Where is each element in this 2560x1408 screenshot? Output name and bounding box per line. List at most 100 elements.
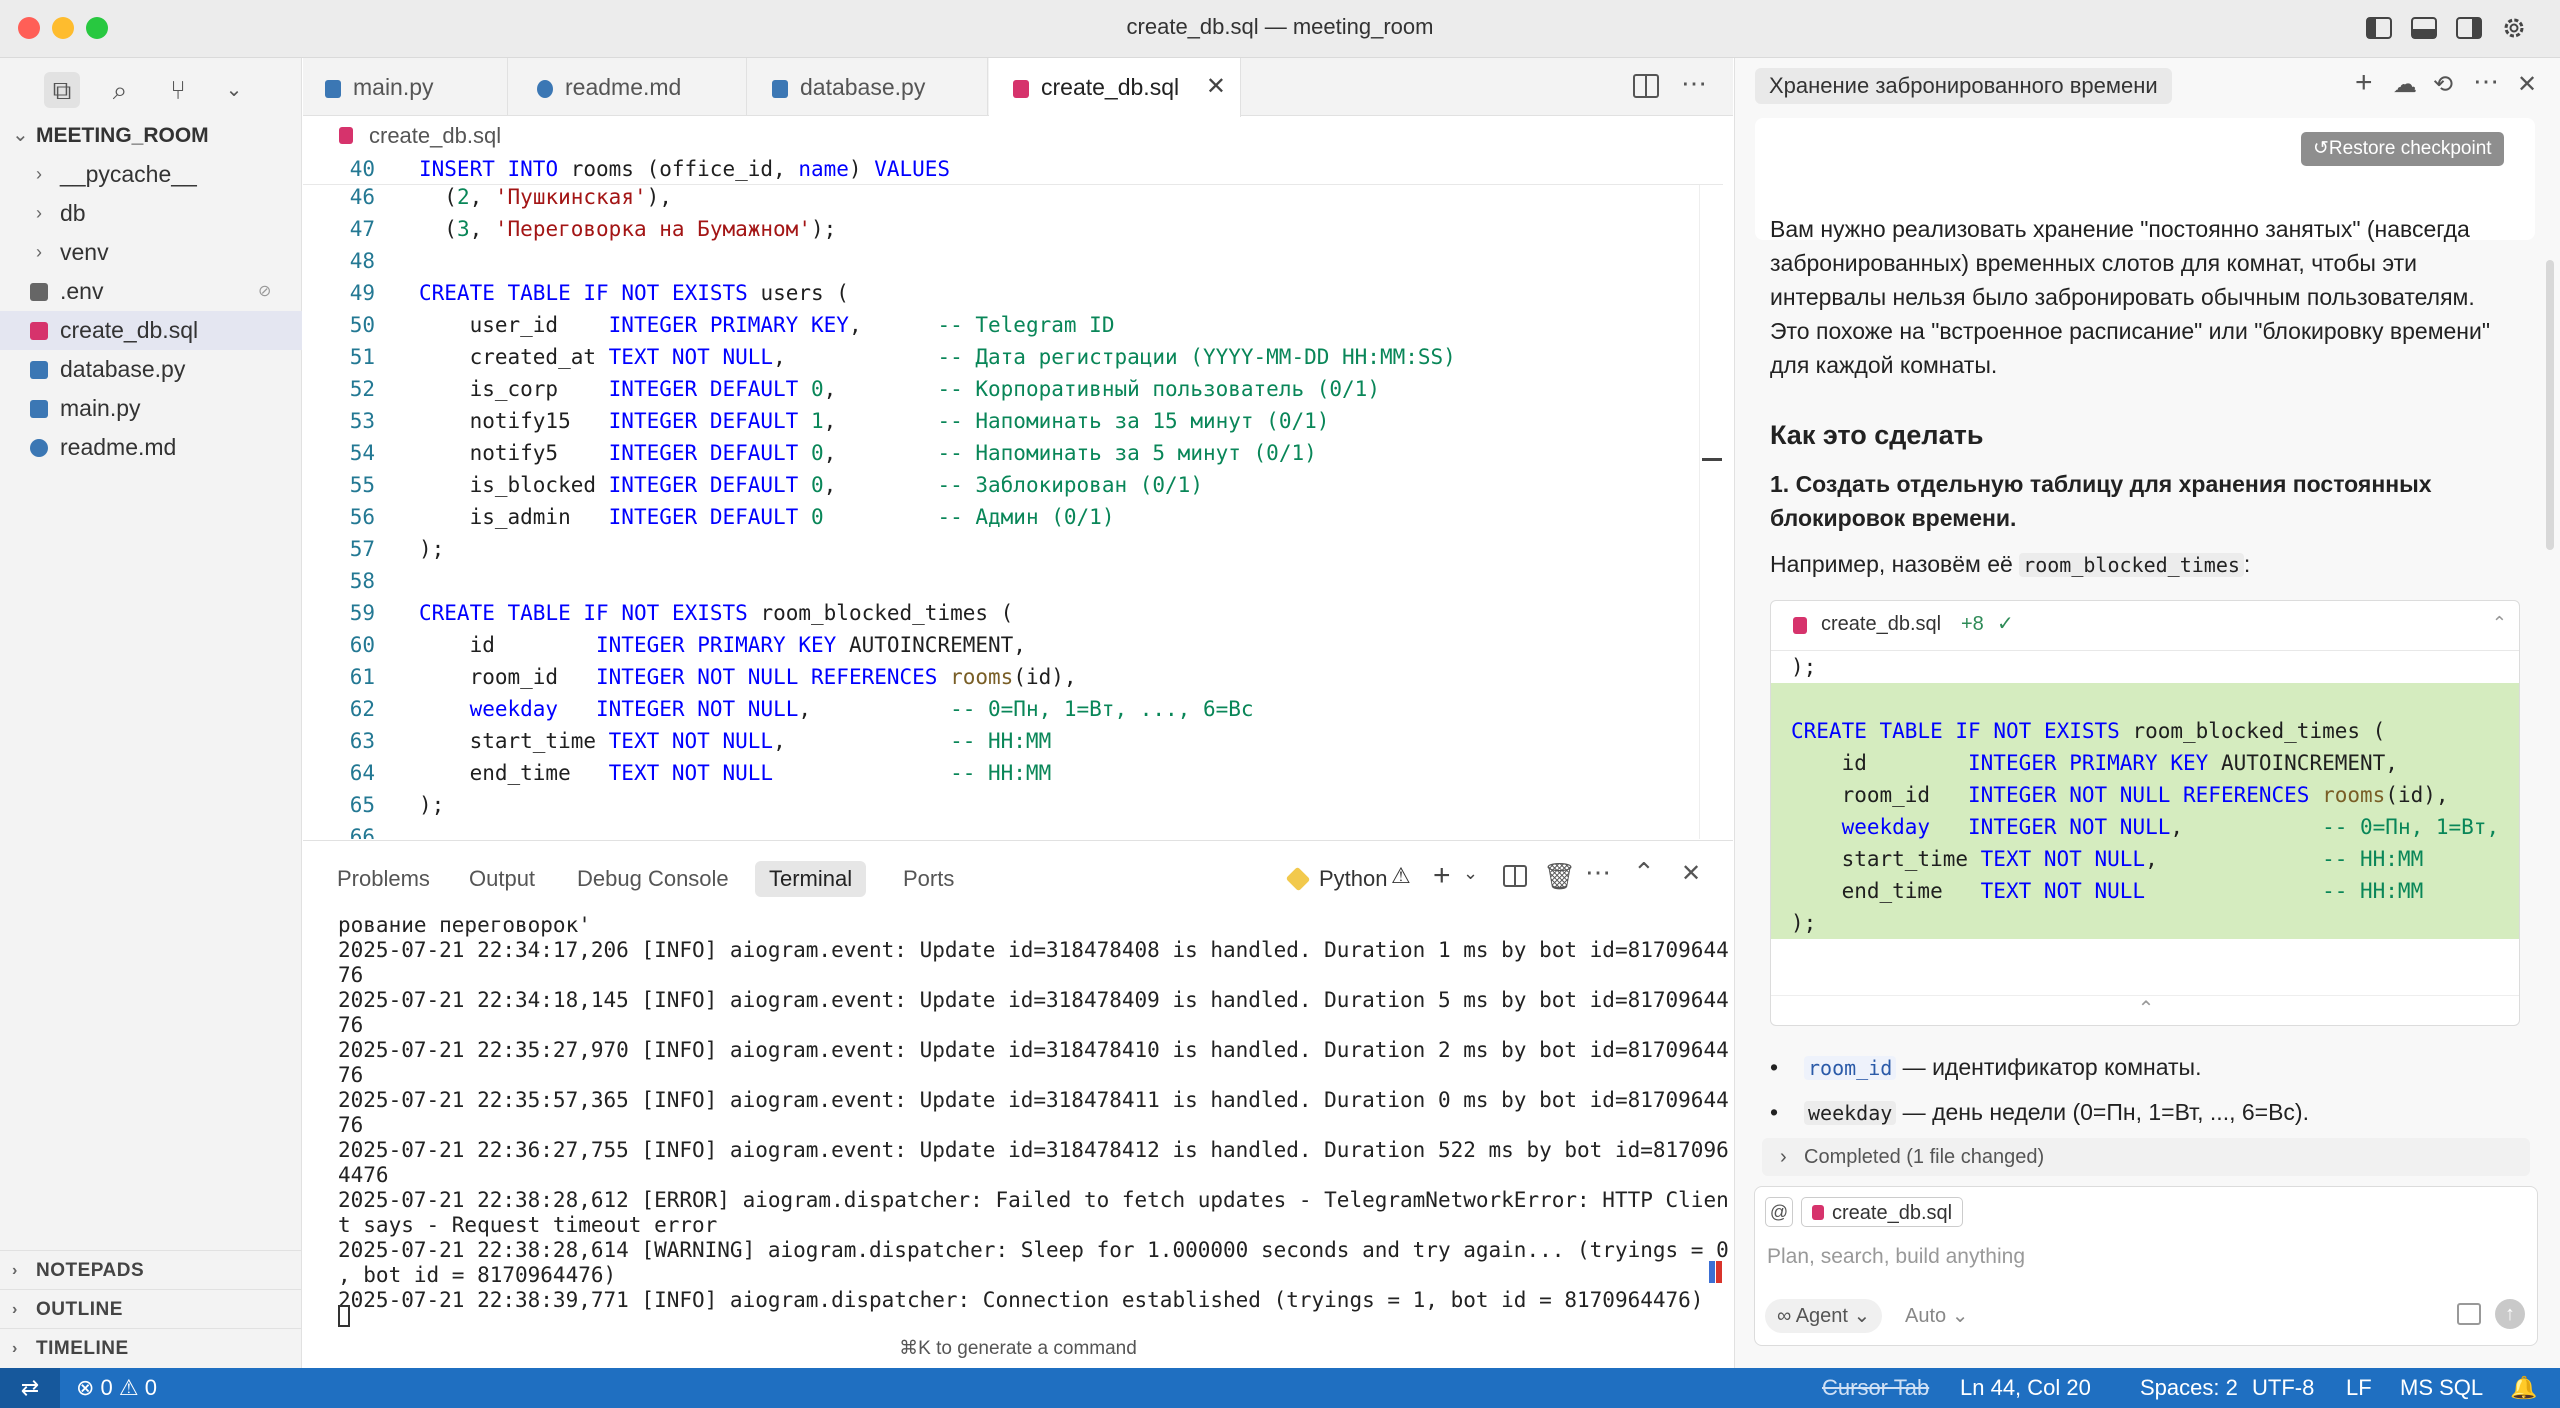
notepads-section[interactable]: › NOTEPADS [0,1250,302,1290]
more-actions-icon[interactable]: ⋯ [1681,68,1707,99]
settings-gear-icon[interactable] [2500,15,2528,41]
tree-item--pycache-[interactable]: › __pycache__ [0,155,302,194]
tree-item-database-py[interactable]: database.py [0,350,302,389]
tab-terminal[interactable]: Terminal [755,861,867,897]
breadcrumb[interactable]: create_db.sql [303,117,1733,155]
code-line[interactable]: 46 (2, 'Пушкинская'), [303,181,1723,213]
split-editor-icon[interactable] [1633,74,1659,98]
code-line[interactable]: 57); [303,533,1723,565]
problems-status[interactable]: ⊗ 0 ⚠ 0 [76,1368,157,1408]
code-line[interactable]: 51 created_at TEXT NOT NULL, -- Дата рег… [303,341,1723,373]
chat-scrollbar[interactable] [2546,260,2554,550]
code-line[interactable]: 49 CREATE TABLE IF NOT EXISTS users ( [303,277,1723,309]
tree-item-main-py[interactable]: main.py [0,389,302,428]
outline-section[interactable]: › OUTLINE [0,1289,302,1329]
tab-ports[interactable]: Ports [889,861,968,897]
line-text: is_admin INTEGER DEFAULT 0 -- Админ (0/1… [419,505,1115,529]
expand-chevron-icon[interactable]: ⌃ [2492,613,2507,634]
collapse-chevron-up-icon[interactable]: ⌃ [1771,995,2519,1025]
code-line[interactable]: 54 notify5 INTEGER DEFAULT 0, -- Напомин… [303,437,1723,469]
code-line[interactable]: 40 INSERT INTO rooms (office_id, name) VA… [303,153,1723,185]
restore-checkpoint-button[interactable]: ↺Restore checkpoint [2301,132,2504,166]
code-line[interactable]: 64 end_time TEXT NOT NULL -- HH:MM [303,757,1723,789]
code-line[interactable]: 58 [303,565,1723,597]
toggle-sidebar-icon[interactable] [2365,15,2393,41]
cursor-tab-status[interactable]: Cursor Tab [1822,1368,1929,1408]
code-line[interactable]: 63 start_time TEXT NOT NULL, -- HH:MM [303,725,1723,757]
code-line[interactable]: 56 is_admin INTEGER DEFAULT 0 -- Админ (… [303,501,1723,533]
maximize-panel-chevron-up-icon[interactable]: ⌃ [1633,857,1655,888]
chevron-down-icon[interactable]: ⌄ [1463,863,1478,884]
project-root[interactable]: ⌄ MEETING_ROOM [0,116,302,155]
tab-readme-md[interactable]: readme.md [509,58,747,116]
code-line[interactable]: 59 CREATE TABLE IF NOT EXISTS room_blocke… [303,597,1723,629]
tree-item-label: readme.md [60,434,177,460]
remote-icon[interactable]: ⇄ [0,1368,60,1408]
tab-output[interactable]: Output [455,861,549,897]
code-line[interactable]: 62 weekday INTEGER NOT NULL, -- 0=Пн, 1=… [303,693,1723,725]
agent-mode-selector[interactable]: ∞ Agent ⌄ [1765,1299,1883,1333]
more-actions-icon[interactable]: ⋯ [2473,66,2499,97]
tree-item--env[interactable]: .env ⊘ [0,272,302,311]
close-tab-icon[interactable]: ✕ [1206,58,1226,116]
notifications-bell-icon[interactable]: 🔔 [2510,1368,2537,1408]
code-line[interactable]: 60 id INTEGER PRIMARY KEY AUTOINCREMENT, [303,629,1723,661]
timeline-section[interactable]: › TIMELINE [0,1328,302,1368]
context-file-chip[interactable]: create_db.sql [1801,1197,1964,1227]
tab-database-py[interactable]: database.py [748,58,988,116]
code-line[interactable]: 52 is_corp INTEGER DEFAULT 0, -- Корпора… [303,373,1723,405]
more-views-chevron-icon[interactable]: ⌄ [216,72,252,108]
chat-title[interactable]: Хранение забронированного времени [1755,68,2172,104]
code-line[interactable]: 65); [303,789,1723,821]
database-file-icon [30,322,48,340]
toggle-aux-bar-icon[interactable] [2455,15,2483,41]
new-terminal-plus-icon[interactable]: + [1433,859,1451,893]
code-editor[interactable]: 40 INSERT INTO rooms (office_id, name) VA… [303,153,1733,839]
terminal-shell-name[interactable]: Python [1319,861,1388,897]
indentation[interactable]: Spaces: 2 [2140,1368,2238,1408]
code-line[interactable]: 61 room_id INTEGER NOT NULL REFERENCES r… [303,661,1723,693]
code-line[interactable]: 48 [303,245,1723,277]
explorer-files-icon[interactable]: ⧉ [44,72,80,108]
model-label: Auto [1905,1305,1947,1327]
code-diff-block[interactable]: create_db.sql +8 ✓ ⌃ ); CREATE TABLE IF N… [1770,600,2520,1026]
completed-summary[interactable]: › Completed (1 file changed) [1762,1138,2530,1176]
send-arrow-icon[interactable]: ↑ [2495,1299,2525,1329]
split-terminal-icon[interactable] [1503,865,1527,887]
history-icon[interactable]: ⟲ [2433,70,2453,99]
tab-debug-console[interactable]: Debug Console [563,861,743,897]
diff-file-name[interactable]: create_db.sql [1821,613,1941,636]
cloud-icon[interactable]: ☁ [2393,70,2417,99]
cursor-position[interactable]: Ln 44, Col 20 [1960,1368,2091,1408]
line-number: 46 [349,185,375,209]
source-control-icon[interactable]: ⑂ [160,72,196,108]
end-of-line[interactable]: LF [2346,1368,2372,1408]
toggle-panel-icon[interactable] [2410,15,2438,41]
chat-input[interactable]: Plan, search, build anything [1767,1239,2507,1275]
chevron-right-icon: › [36,242,42,262]
tree-item-create-db-sql[interactable]: create_db.sql [0,311,302,350]
new-chat-plus-icon[interactable]: + [2355,66,2373,100]
close-panel-icon[interactable]: ✕ [1681,859,1701,888]
tab-main-py[interactable]: main.py [303,58,508,116]
code-line[interactable]: 66 [303,821,1723,839]
code-line[interactable]: 55 is_blocked INTEGER DEFAULT 0, -- Забл… [303,469,1723,501]
more-actions-icon[interactable]: ⋯ [1585,857,1611,888]
code-line[interactable]: 50 user_id INTEGER PRIMARY KEY, -- Teleg… [303,309,1723,341]
image-attach-icon[interactable] [2457,1303,2481,1325]
trash-icon[interactable]: 🗑 [1543,861,1576,892]
editor-scrollbar[interactable] [1699,153,1723,839]
tree-item-readme-md[interactable]: readme.md [0,428,302,467]
tab-problems[interactable]: Problems [323,861,444,897]
close-chat-icon[interactable]: ✕ [2517,70,2537,99]
language-mode[interactable]: MS SQL [2400,1368,2483,1408]
code-line[interactable]: 47 (3, 'Переговорка на Бумажном'); [303,213,1723,245]
encoding[interactable]: UTF-8 [2252,1368,2314,1408]
mention-at-icon[interactable]: @ [1765,1197,1793,1227]
tree-item-venv[interactable]: › venv [0,233,302,272]
model-selector[interactable]: Auto ⌄ [1905,1299,1968,1333]
search-icon[interactable]: ⌕ [102,72,138,108]
code-line[interactable]: 53 notify15 INTEGER DEFAULT 1, -- Напоми… [303,405,1723,437]
tree-item-db[interactable]: › db [0,194,302,233]
tab-create-db-sql[interactable]: create_db.sql ✕ [989,58,1241,117]
